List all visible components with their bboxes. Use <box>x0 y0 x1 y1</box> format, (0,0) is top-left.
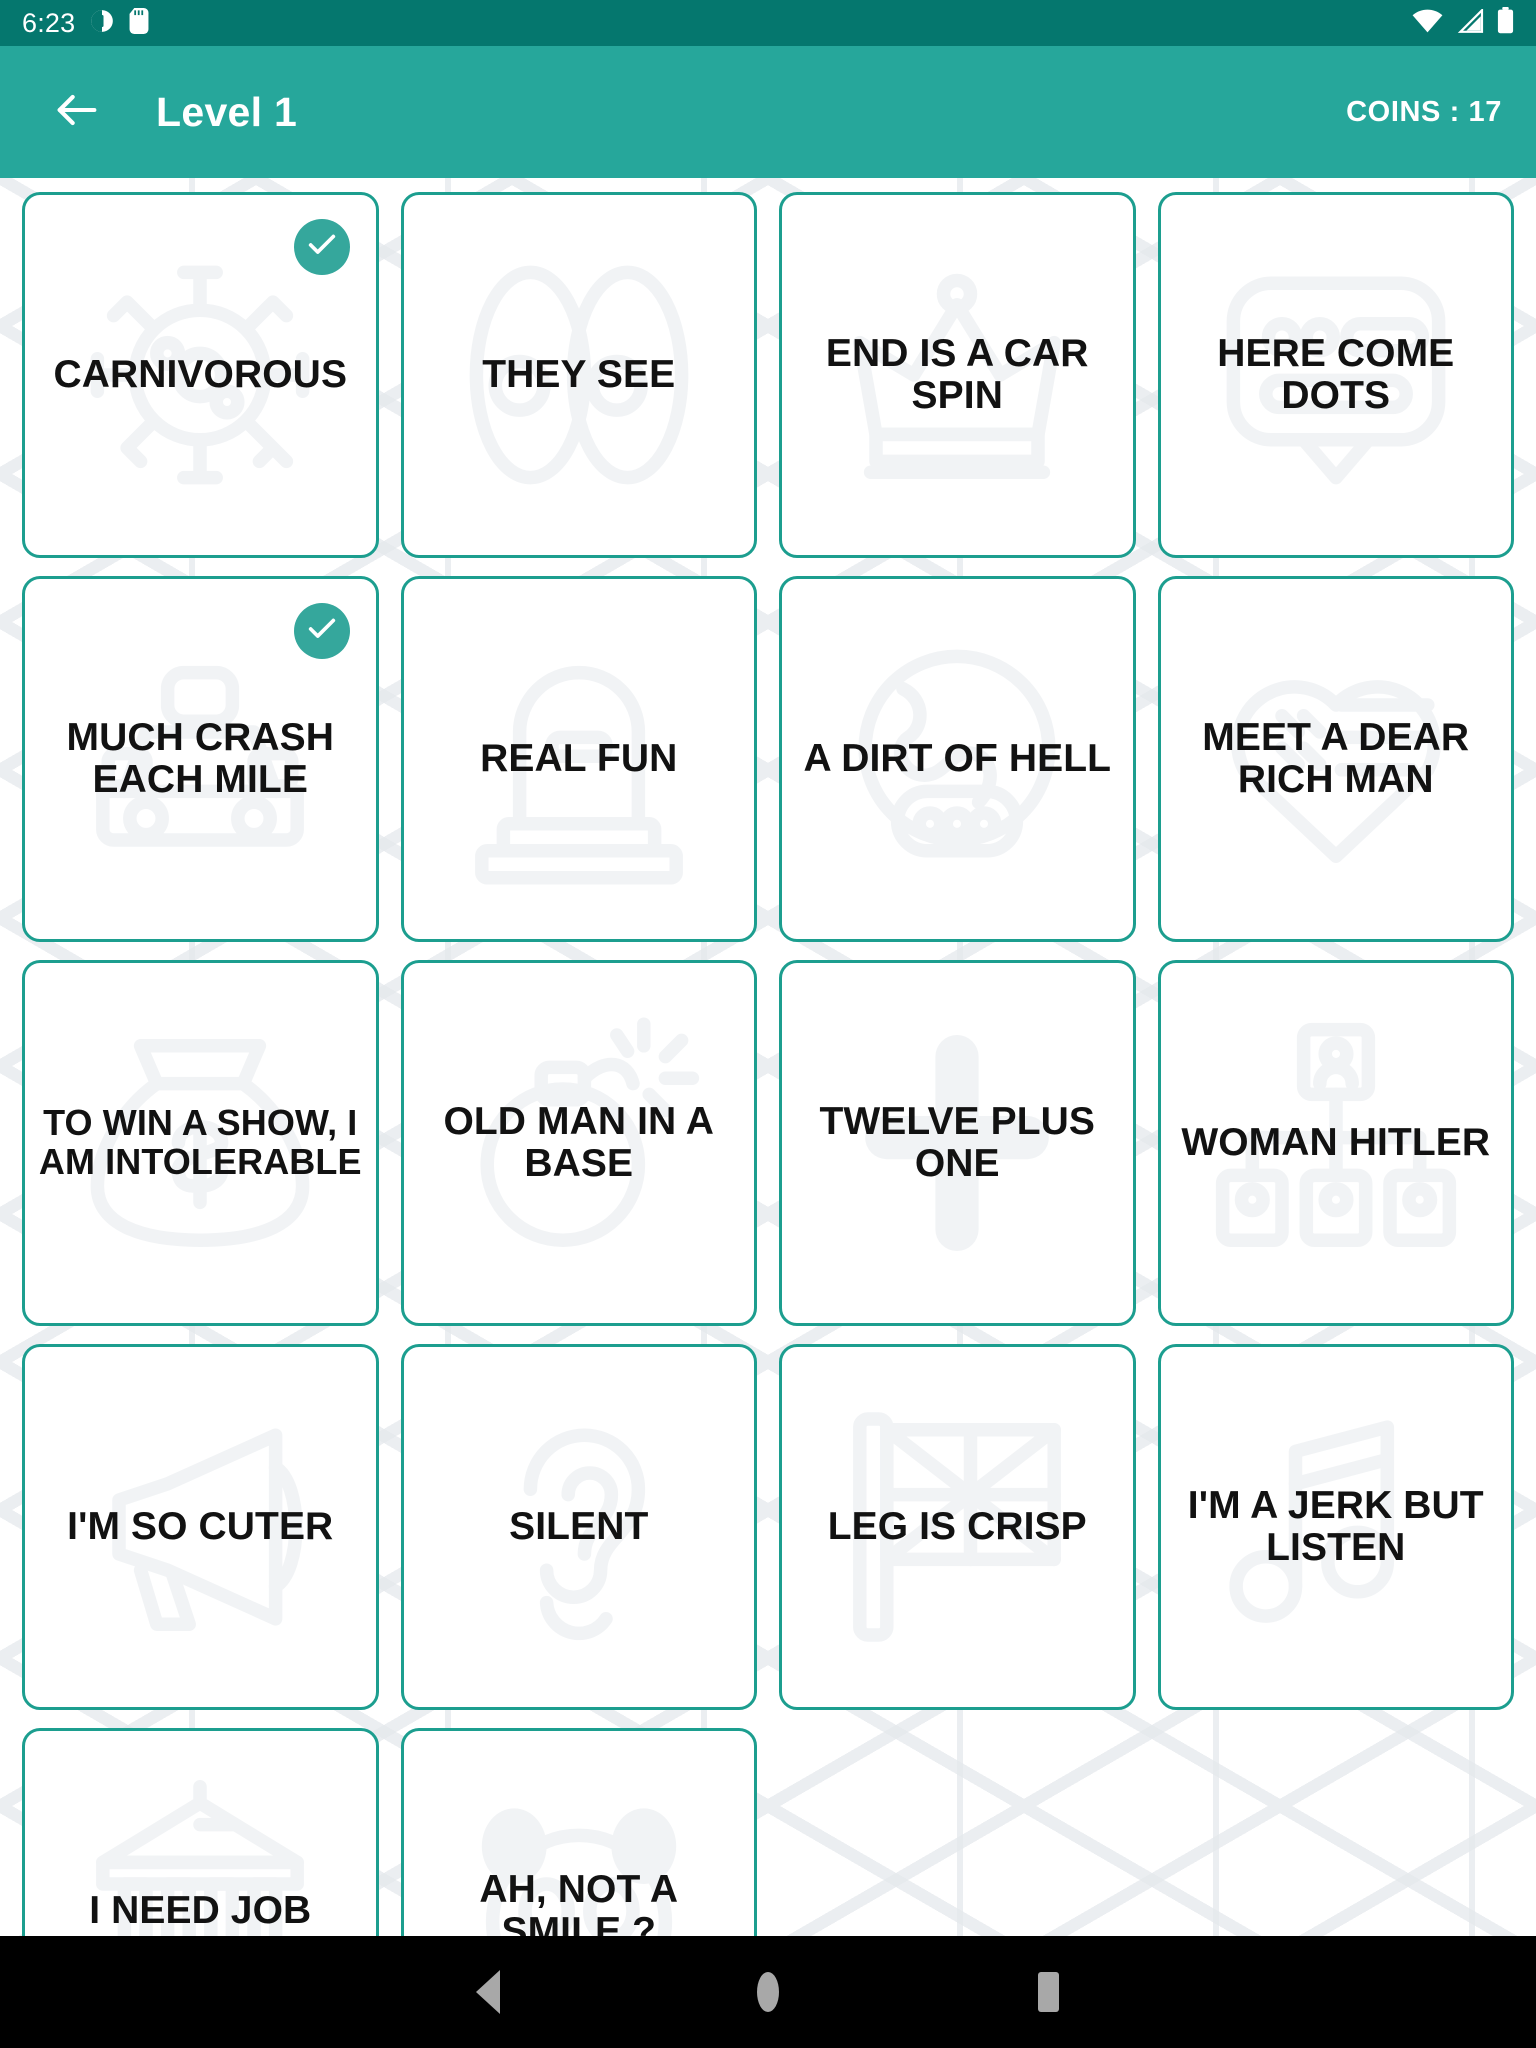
nav-home-circle-icon <box>757 1972 779 2012</box>
arrow-left-icon <box>51 84 103 141</box>
puzzle-card[interactable]: END IS A CAR SPIN <box>779 192 1136 558</box>
coins-counter[interactable]: COINS : 17 <box>1346 96 1502 129</box>
puzzle-card-label: A DIRT OF HELL <box>803 736 1112 780</box>
puzzle-card-label: SILENT <box>509 1504 649 1548</box>
puzzle-card[interactable]: HERE COME DOTS <box>1157 192 1514 558</box>
puzzle-card-label: THEY SEE <box>482 352 676 396</box>
nav-back-button[interactable] <box>448 1952 528 2032</box>
check-icon <box>305 612 339 651</box>
do-not-disturb-icon <box>89 8 115 39</box>
puzzle-card[interactable]: CARNIVOROUS <box>22 192 379 558</box>
puzzle-card-label: HERE COME DOTS <box>1217 331 1455 417</box>
battery-icon <box>1497 7 1514 39</box>
puzzle-card[interactable]: MEET A DEAR RICH MAN <box>1157 576 1514 942</box>
check-icon <box>305 228 339 267</box>
puzzle-card-label: REAL FUN <box>480 736 678 780</box>
solved-check-badge <box>293 219 350 275</box>
puzzle-card[interactable]: I'M SO CUTER <box>22 1344 379 1710</box>
puzzle-card-label: MUCH CRASH EACH MILE <box>66 715 334 801</box>
puzzle-card[interactable]: AH, NOT A SMILE ? <box>400 1728 757 1936</box>
solved-check-badge <box>293 603 350 659</box>
puzzle-card-label: TWELVE PLUS ONE <box>819 1099 1096 1185</box>
puzzle-card-label: END IS A CAR SPIN <box>825 331 1089 417</box>
puzzle-card-label: I NEED JOB <box>89 1888 312 1932</box>
puzzle-card[interactable]: I NEED JOB <box>22 1728 379 1936</box>
app-root: 6:23 Level 1 COINS: 17 CARNIVOROUS THEY… <box>0 0 1536 2048</box>
nav-home-button[interactable] <box>728 1952 808 2032</box>
puzzle-card-label: MEET A DEAR RICH MAN <box>1202 715 1470 801</box>
nav-recents-square-icon <box>1037 1972 1059 2012</box>
app-bar: Level 1 COINS : 17 <box>0 46 1536 178</box>
puzzle-card-label: CARNIVOROUS <box>53 352 348 396</box>
puzzle-card[interactable]: TO WIN A SHOW, I AM INTOLERABLE <box>22 960 379 1326</box>
wifi-icon <box>1412 9 1443 38</box>
level-scroll-area[interactable]: CARNIVOROUS THEY SEE END IS A CAR SPIN HERE… <box>0 178 1536 1936</box>
puzzle-card[interactable]: REAL FUN <box>400 576 757 942</box>
puzzle-card[interactable]: SILENT <box>400 1344 757 1710</box>
puzzle-card-label: AH, NOT A SMILE ? <box>479 1867 679 1936</box>
puzzle-card-label: WOMAN HITLER <box>1181 1120 1491 1164</box>
page-title: Level 1 <box>156 88 298 135</box>
nav-back-triangle-icon <box>476 1970 500 2014</box>
puzzle-card-label: LEG IS CRISP <box>827 1504 1087 1548</box>
puzzle-card[interactable]: WOMAN HITLER <box>1157 960 1514 1326</box>
cell-signal-icon <box>1456 7 1484 38</box>
puzzle-card[interactable]: A DIRT OF HELL <box>779 576 1136 942</box>
nav-recents-button[interactable] <box>1008 1952 1088 2032</box>
sd-card-icon <box>129 7 149 39</box>
puzzle-card[interactable]: OLD MAN IN A BASE <box>400 960 757 1326</box>
system-navigation-bar <box>0 1936 1536 2048</box>
status-bar-left: 6:23 <box>22 7 149 39</box>
status-clock: 6:23 <box>22 7 76 38</box>
puzzle-card-label: I'M SO CUTER <box>67 1504 334 1548</box>
status-bar-right <box>1412 7 1514 39</box>
puzzle-card-label: TO WIN A SHOW, I AM INTOLERABLE <box>38 1102 362 1182</box>
puzzle-card-label: I'M A JERK BUT LISTEN <box>1187 1483 1484 1569</box>
puzzle-card[interactable]: THEY SEE <box>400 192 757 558</box>
puzzle-card[interactable]: MUCH CRASH EACH MILE <box>22 576 379 942</box>
puzzle-card[interactable]: TWELVE PLUS ONE <box>779 960 1136 1326</box>
back-button[interactable] <box>44 79 110 145</box>
puzzle-card[interactable]: I'M A JERK BUT LISTEN <box>1157 1344 1514 1710</box>
puzzle-card[interactable]: LEG IS CRISP <box>779 1344 1136 1710</box>
status-bar: 6:23 <box>0 0 1536 46</box>
puzzle-card-label: OLD MAN IN A BASE <box>443 1099 715 1185</box>
puzzle-grid: CARNIVOROUS THEY SEE END IS A CAR SPIN HERE… <box>0 178 1536 1936</box>
